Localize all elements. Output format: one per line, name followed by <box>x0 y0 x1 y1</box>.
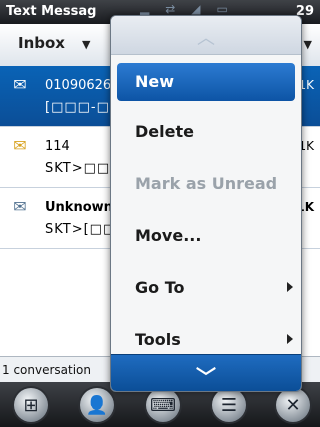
menu-item-go-to[interactable]: Go To <box>111 264 301 316</box>
context-menu: ︿ New Delete Mark as Unread Move... Go T… <box>110 15 302 392</box>
menu-item-label: Mark as Unread <box>135 174 278 193</box>
menu-item-label: Move... <box>135 226 202 245</box>
menu-item-label: New <box>135 72 175 91</box>
open-envelope-icon: ✉ <box>13 74 27 94</box>
battery-icon: ▭ <box>216 2 228 16</box>
network-icon: ⇄ <box>165 2 176 16</box>
close-icon[interactable]: ✕ <box>276 388 310 422</box>
app-title: Text Messag <box>6 4 97 19</box>
keyboard-icon[interactable]: ⌨ <box>146 388 180 422</box>
conversation-count: 1 conversation <box>2 363 92 377</box>
message-preview: SKT>[□□ <box>45 222 117 237</box>
submenu-arrow-icon <box>287 282 293 292</box>
menu-scroll-up[interactable]: ︿ <box>111 16 301 55</box>
status-icons: ▂ ⇄ ◢ ▭ <box>140 2 228 16</box>
message-sender: Unknown <box>45 200 113 215</box>
open-envelope-icon: ✉ <box>13 135 27 155</box>
menu-item-mark-unread: Mark as Unread <box>111 160 301 212</box>
chevron-down-icon: ﹀ <box>196 365 216 389</box>
chevron-up-icon: ︿ <box>197 28 215 49</box>
menu-item-move[interactable]: Move... <box>111 212 301 264</box>
menu-item-label: Delete <box>135 122 194 141</box>
folder-dropdown[interactable]: Inbox <box>18 34 65 52</box>
sort-dropdown-icon[interactable]: ▼ <box>304 38 312 51</box>
envelope-icon: ✉ <box>13 196 27 216</box>
menu-item-label: Tools <box>135 330 181 349</box>
submenu-arrow-icon <box>287 334 293 344</box>
windows-start-icon[interactable]: ⊞ <box>14 388 48 422</box>
menu-item-new[interactable]: New <box>117 63 295 101</box>
menu-item-label: Go To <box>135 278 185 297</box>
menu-item-delete[interactable]: Delete <box>111 108 301 160</box>
chevron-down-icon[interactable]: ▼ <box>82 38 90 51</box>
message-sender: 114 <box>45 139 70 154</box>
message-preview: [□□□-□ <box>45 100 110 115</box>
message-sender: 010906265 <box>45 78 120 93</box>
menu-scroll-down[interactable]: ﹀ <box>111 354 301 391</box>
signal-icon: ▂ <box>140 2 150 16</box>
volume-icon: ◢ <box>191 2 201 16</box>
menu-icon[interactable]: ☰ <box>212 388 246 422</box>
message-preview: SKT>□□ <box>45 161 111 176</box>
contacts-icon[interactable]: 👤 <box>80 388 114 422</box>
